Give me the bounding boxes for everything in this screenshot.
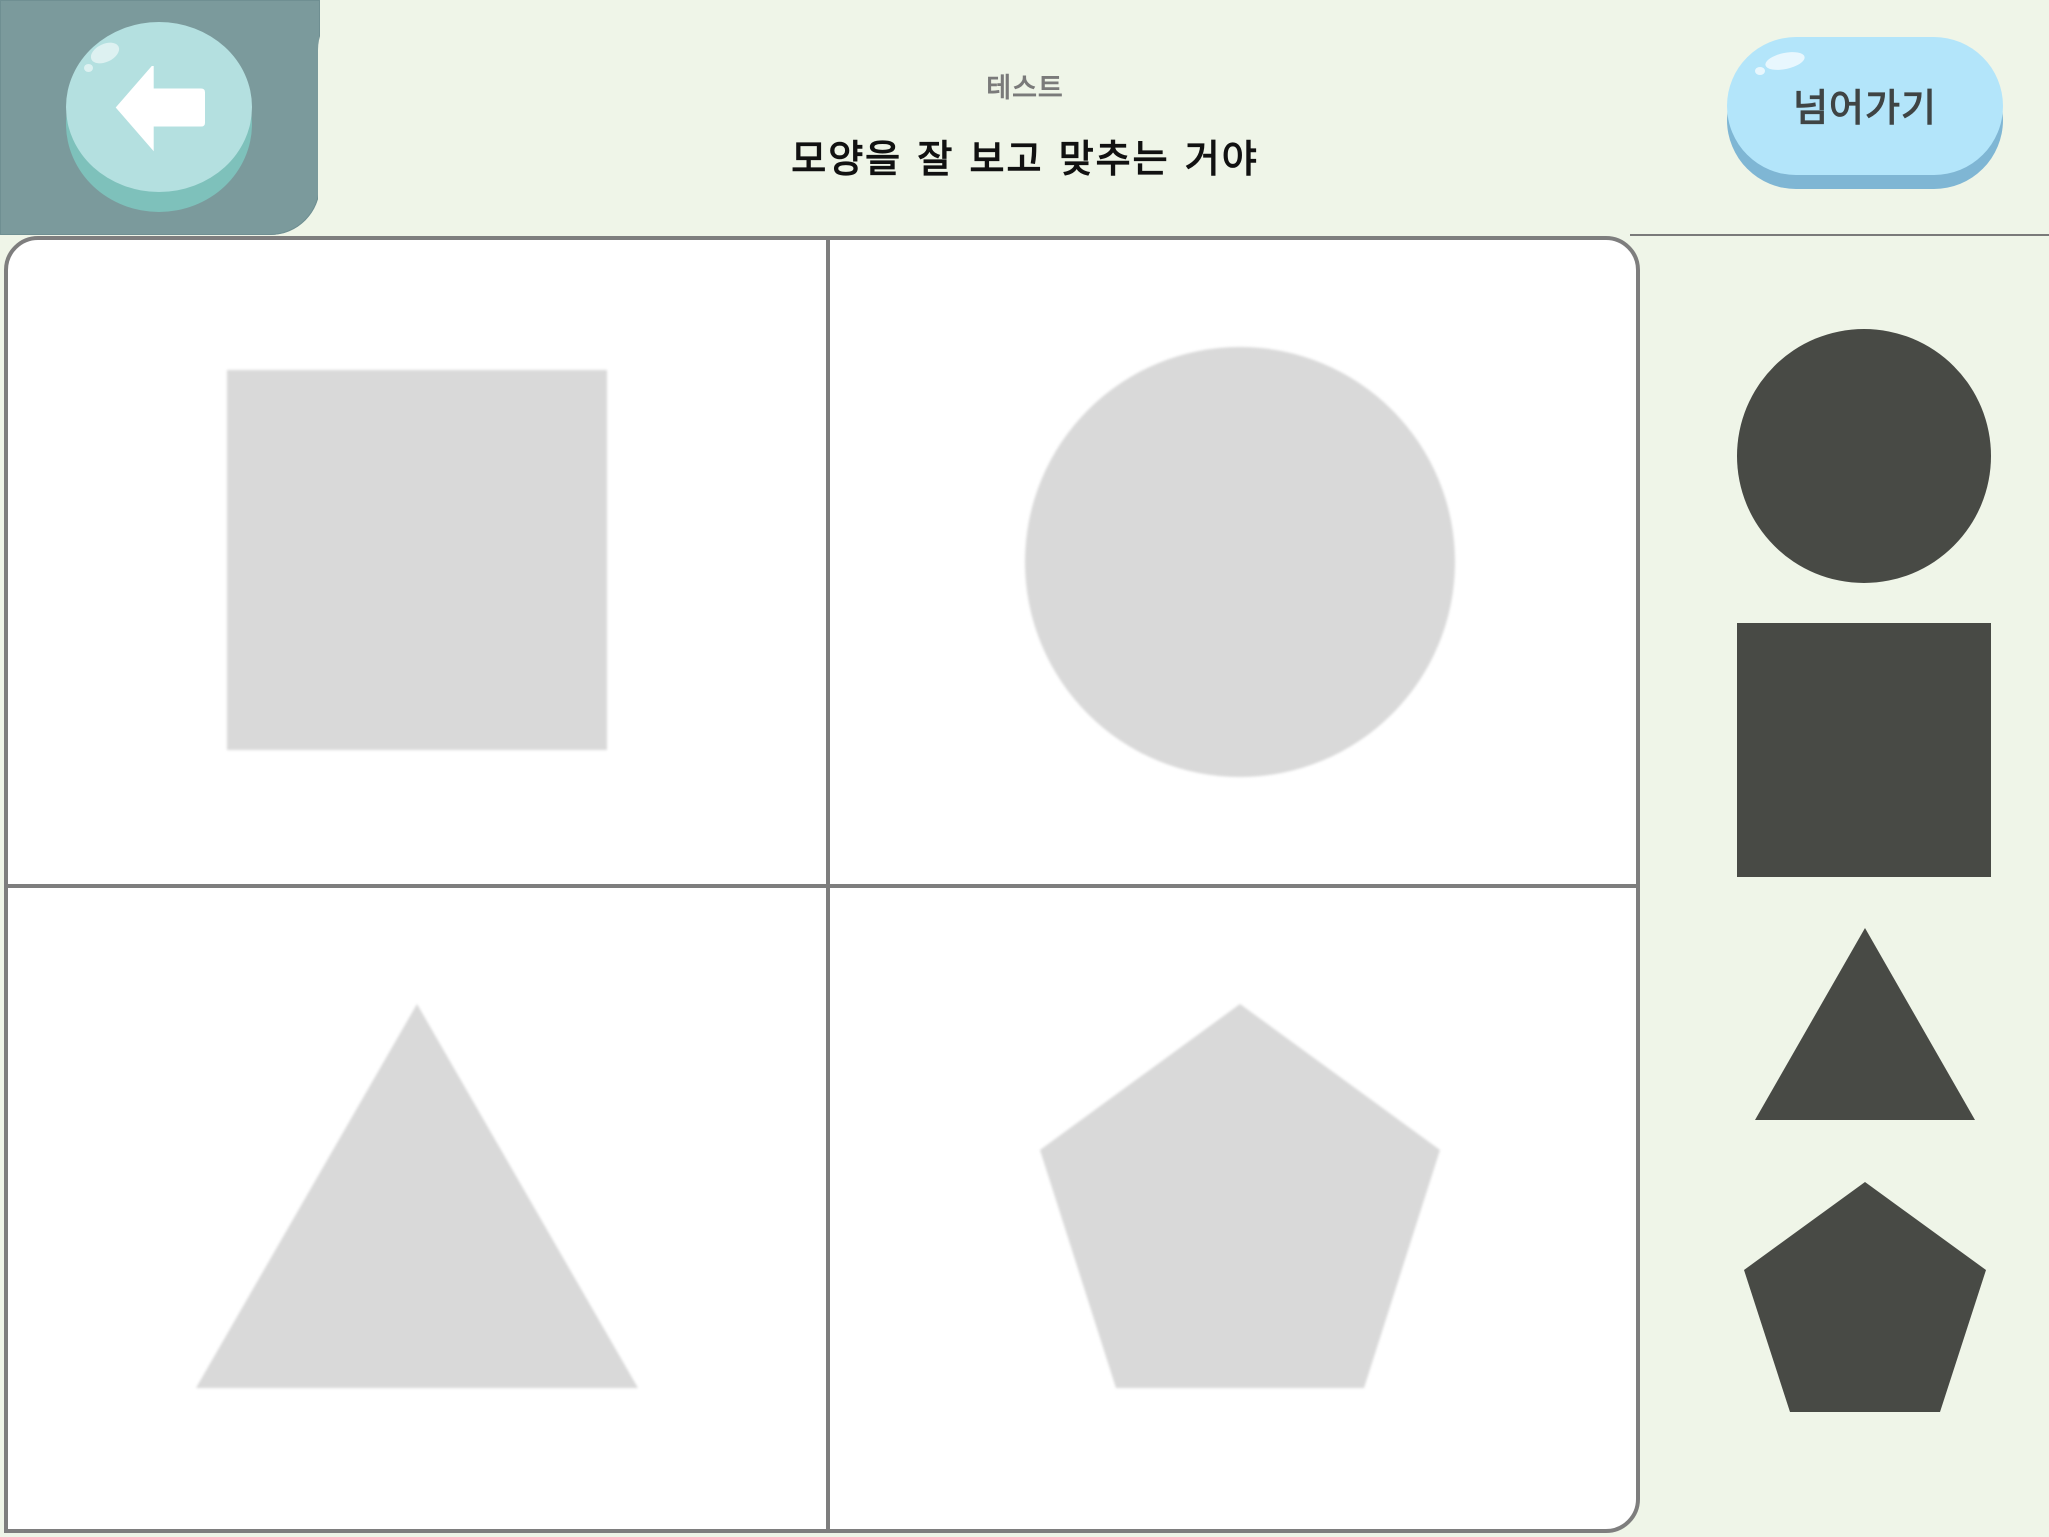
drop-slot-triangle[interactable] [8, 888, 826, 1529]
skip-button[interactable]: 넘어가기 [1727, 37, 2003, 189]
square-outline-target [227, 370, 607, 750]
circle-piece[interactable] [1736, 328, 1992, 584]
grid-divider-horizontal [8, 884, 1636, 888]
drop-slot-circle[interactable] [830, 240, 1636, 884]
circle-outline-target [1025, 347, 1455, 777]
back-button-shine-dot [84, 64, 93, 72]
arrow-left-icon [115, 66, 206, 152]
page-title: 모양을 잘 보고 맞추는 거야 [791, 137, 1259, 181]
pentagon-piece[interactable] [1743, 1182, 1987, 1412]
shape-board [4, 236, 1640, 1533]
page-subtitle: 테스트 [986, 73, 1064, 104]
square-piece[interactable] [1736, 622, 1992, 878]
pentagon-outline-target [1040, 1004, 1440, 1388]
drop-slot-pentagon[interactable] [830, 888, 1636, 1529]
skip-button-label: 넘어가기 [1793, 86, 1937, 130]
triangle-outline-target [196, 1004, 638, 1388]
triangle-piece[interactable] [1754, 928, 1976, 1122]
back-button[interactable] [66, 22, 252, 212]
skip-button-shine-dot [1755, 67, 1765, 75]
drop-slot-square[interactable] [8, 240, 826, 884]
header-divider [1630, 234, 2049, 236]
